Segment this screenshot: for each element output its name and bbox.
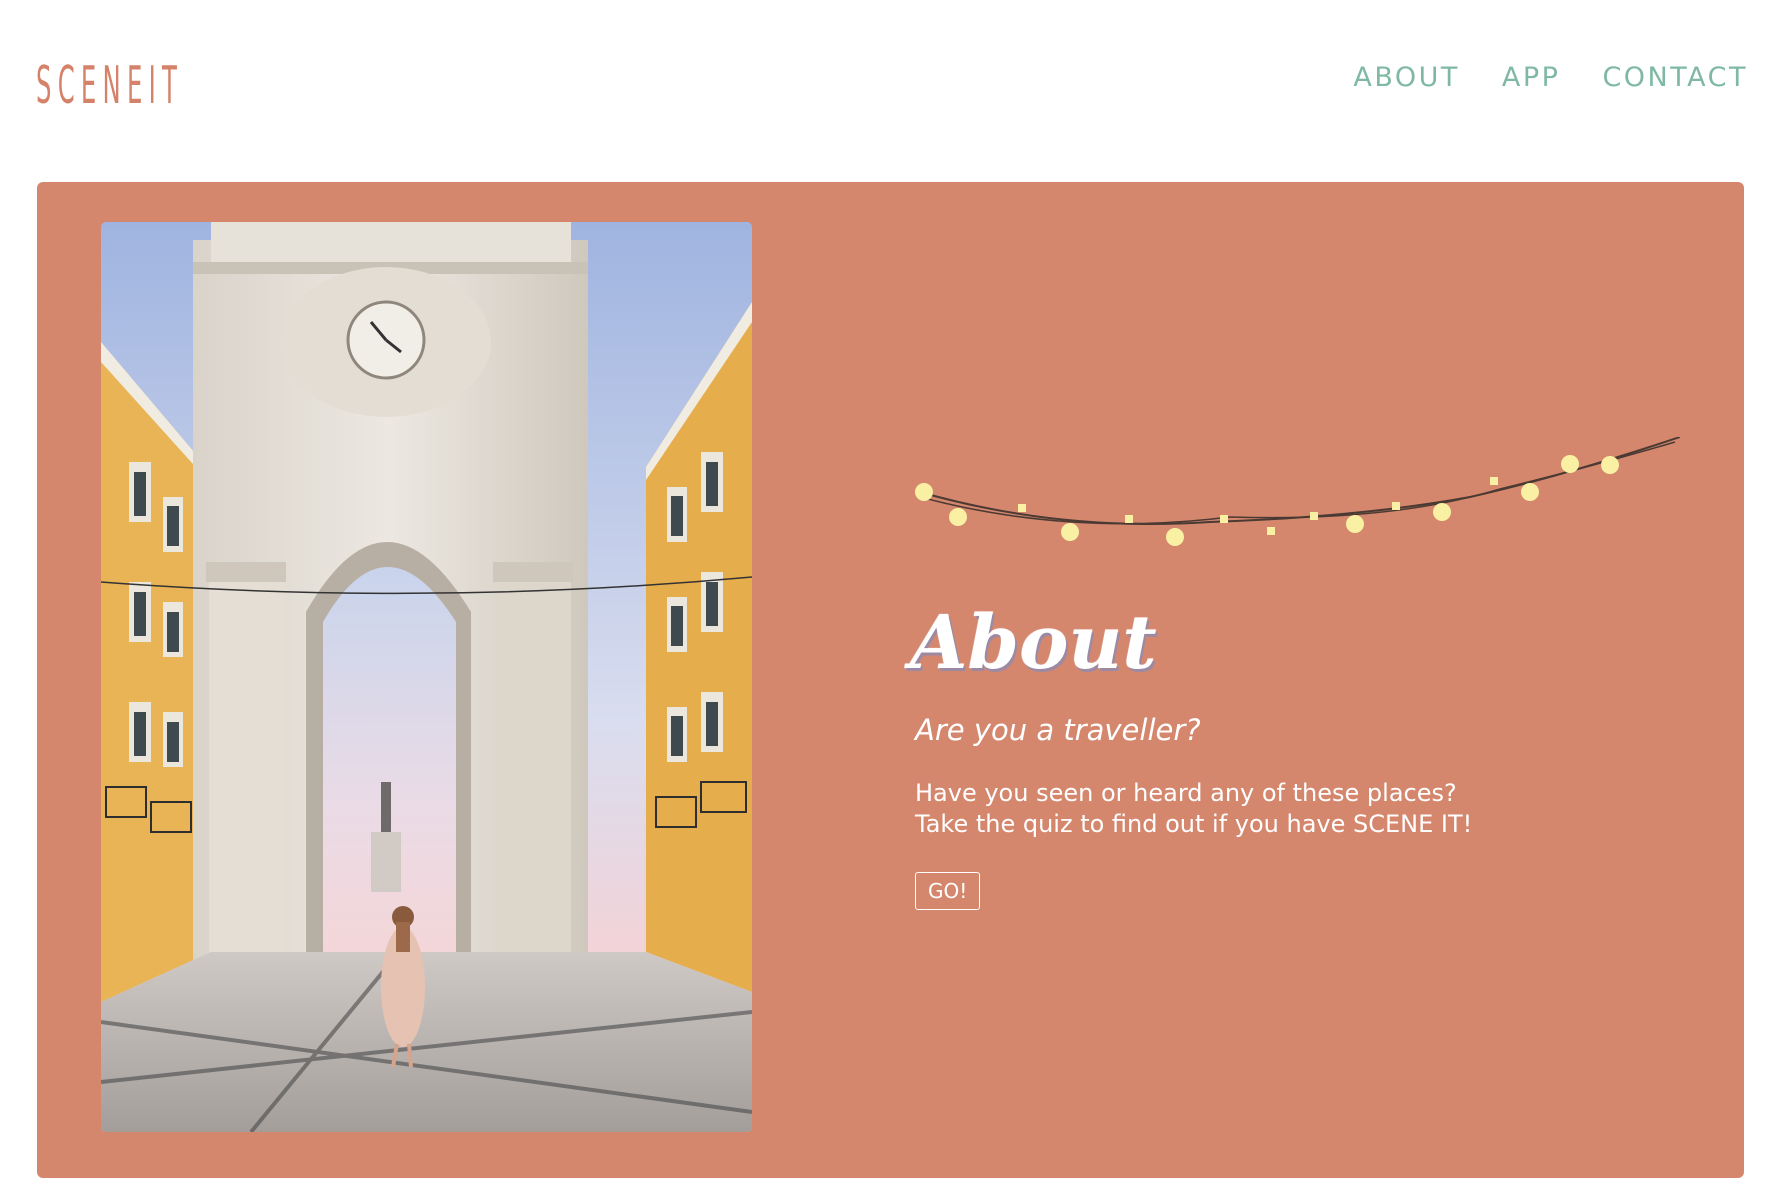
nav-app-link[interactable]: APP [1502,62,1561,93]
main-nav: ABOUT APP CONTACT [1353,62,1748,93]
go-button[interactable]: GO! [915,872,981,910]
description-line: Have you seen or heard any of these plac… [915,779,1457,807]
arch-photo [101,222,752,1132]
description-line: Take the quiz to find out if you have SC… [915,810,1473,838]
nav-about-link[interactable]: ABOUT [1353,62,1460,93]
about-section: About Are you a traveller? Have you seen… [37,182,1744,1178]
string-lights-icon [915,437,1680,546]
site-header: SCENEIT ABOUT APP CONTACT [0,0,1778,180]
traveller-question: Are you a traveller? [915,713,1201,747]
nav-contact-link[interactable]: CONTACT [1602,62,1748,93]
about-description: Have you seen or heard any of these plac… [915,778,1615,840]
logo[interactable]: SCENEIT [36,56,183,116]
about-heading: About [910,600,1157,686]
